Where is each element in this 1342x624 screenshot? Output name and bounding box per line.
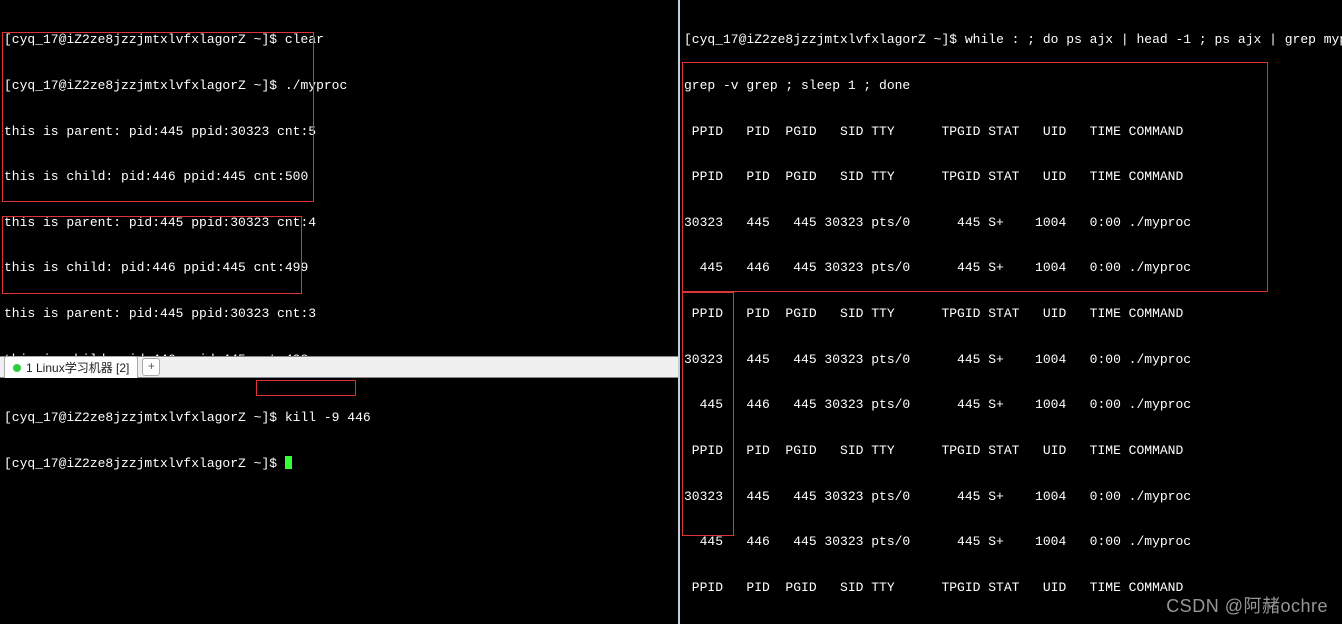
ps-header: PPID PID PGID SID TTY TPGID STAT UID TIM… <box>684 443 1338 458</box>
ps-row: 30323 445 445 30323 pts/0 445 S+ 1004 0:… <box>684 215 1338 230</box>
left-column: [cyq_17@iZ2ze8jzzjmtxlvfxlagorZ ~]$ clea… <box>0 0 680 624</box>
cursor-icon <box>285 456 292 469</box>
out: this is child: pid:446 ppid:445 cnt:500 <box>4 169 674 184</box>
watermark: CSDN @阿赭ochre <box>1166 592 1328 618</box>
prompt: [cyq_17@iZ2ze8jzzjmtxlvfxlagorZ ~]$ <box>4 32 277 47</box>
cmd-loop: while : ; do ps ajx | head -1 ; ps ajx |… <box>965 32 1342 47</box>
cmd-kill: kill -9 446 <box>285 410 371 425</box>
terminal-tab[interactable]: 1 Linux学习机器 [2] <box>4 356 138 378</box>
out: this is parent: pid:445 ppid:30323 cnt:4 <box>4 215 674 230</box>
ps-row: 445 446 445 30323 pts/0 445 S+ 1004 0:00… <box>684 534 1338 549</box>
tab-label: 1 Linux学习机器 [2] <box>26 359 129 376</box>
ps-row: 30323 445 445 30323 pts/0 445 S+ 1004 0:… <box>684 352 1338 367</box>
ps-row: 30323 445 445 30323 pts/0 445 S+ 1004 0:… <box>684 489 1338 504</box>
cmd-run: ./myproc <box>285 78 347 93</box>
prompt: [cyq_17@iZ2ze8jzzjmtxlvfxlagorZ ~]$ <box>4 410 277 425</box>
out: this is parent: pid:445 ppid:30323 cnt:5 <box>4 124 674 139</box>
ps-header: PPID PID PGID SID TTY TPGID STAT UID TIM… <box>684 169 1338 184</box>
prompt: [cyq_17@iZ2ze8jzzjmtxlvfxlagorZ ~]$ <box>4 78 277 93</box>
out: this is child: pid:446 ppid:445 cnt:498 <box>4 352 674 356</box>
cmd-clear: clear <box>285 32 324 47</box>
terminal-right[interactable]: [cyq_17@iZ2ze8jzzjmtxlvfxlagorZ ~]$ whil… <box>680 0 1342 624</box>
prompt: [cyq_17@iZ2ze8jzzjmtxlvfxlagorZ ~]$ <box>684 32 957 47</box>
ps-header: PPID PID PGID SID TTY TPGID STAT UID TIM… <box>684 124 1338 139</box>
ps-header: PPID PID PGID SID TTY TPGID STAT UID TIM… <box>684 306 1338 321</box>
out: this is parent: pid:445 ppid:30323 cnt:3 <box>4 306 674 321</box>
ps-row: 445 446 445 30323 pts/0 445 S+ 1004 0:00… <box>684 260 1338 275</box>
annotation-box <box>256 380 356 396</box>
ps-row: 445 446 445 30323 pts/0 445 S+ 1004 0:00… <box>684 397 1338 412</box>
terminal-bottom[interactable]: [cyq_17@iZ2ze8jzzjmtxlvfxlagorZ ~]$ kill… <box>0 378 678 624</box>
cmd-loop-cont: grep -v grep ; sleep 1 ; done <box>684 78 1338 93</box>
layout: [cyq_17@iZ2ze8jzzjmtxlvfxlagorZ ~]$ clea… <box>0 0 1342 624</box>
tab-bar: 1 Linux学习机器 [2] + <box>0 356 678 378</box>
out: this is child: pid:446 ppid:445 cnt:499 <box>4 260 674 275</box>
terminal-top[interactable]: [cyq_17@iZ2ze8jzzjmtxlvfxlagorZ ~]$ clea… <box>0 0 678 356</box>
prompt: [cyq_17@iZ2ze8jzzjmtxlvfxlagorZ ~]$ <box>4 456 277 471</box>
status-dot-icon <box>13 364 21 372</box>
new-tab-button[interactable]: + <box>142 358 160 376</box>
